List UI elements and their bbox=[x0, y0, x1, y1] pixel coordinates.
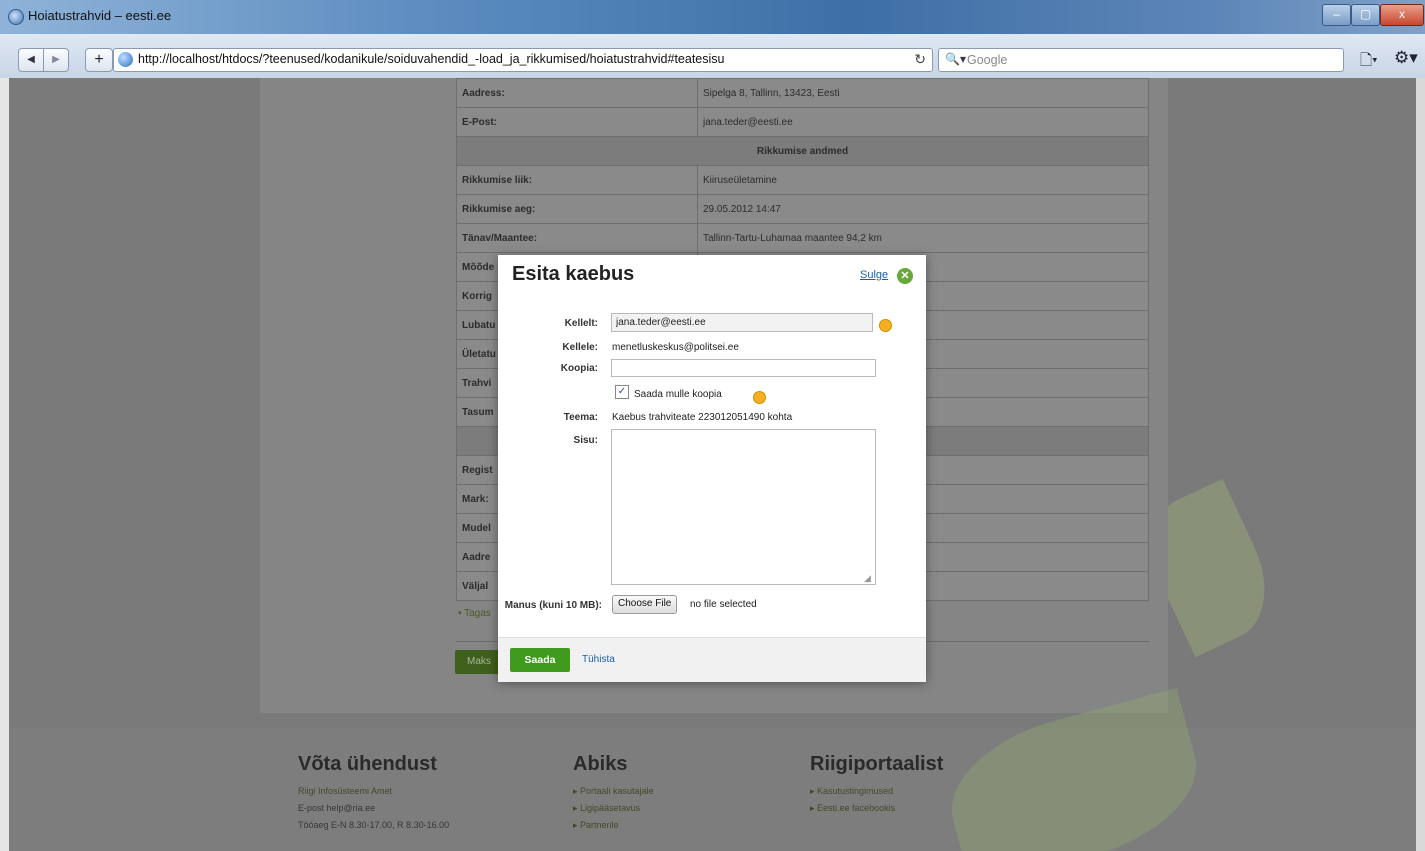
search-icon[interactable]: 🔍▾ bbox=[945, 52, 966, 66]
table-cell-value: Sipelga 8, Tallinn, 13423, Eesti bbox=[697, 78, 1149, 108]
globe-icon bbox=[118, 52, 133, 67]
maximize-button[interactable]: ▢ bbox=[1351, 4, 1380, 26]
table-cell-value: Kiiruseületamine bbox=[697, 165, 1149, 195]
footer-help: Abiks ▸ Portaali kasutajale ▸ Ligipääset… bbox=[573, 753, 654, 837]
window-titlebar: Hoiatustrahvid – eesti.ee – ▢ x bbox=[0, 0, 1425, 34]
scrollbar[interactable] bbox=[1416, 78, 1425, 851]
to-label: Kellele: bbox=[562, 342, 598, 353]
footer bbox=[9, 728, 1416, 851]
footer-help-link[interactable]: ▸ Ligipääsetavus bbox=[573, 803, 654, 820]
cancel-link[interactable]: Tühista bbox=[582, 654, 615, 665]
footer-contact-line[interactable]: Riigi Infosüsteemi Amet bbox=[298, 786, 449, 803]
table-cell-value: jana.teder@eesti.ee bbox=[697, 107, 1149, 137]
close-link[interactable]: Sulge bbox=[860, 269, 888, 281]
body-label: Sisu: bbox=[573, 435, 598, 446]
complaint-dialog: Esita kaebus Sulge ✕ Kellelt: Kellele: m… bbox=[498, 255, 926, 682]
window-title: Hoiatustrahvid – eesti.ee bbox=[28, 8, 172, 23]
footer-portal-link[interactable]: ▸ Eesti.ee facebookis bbox=[810, 803, 943, 820]
forward-button[interactable]: ▶ bbox=[43, 48, 69, 72]
footer-portal-title: Riigiportaalist bbox=[810, 753, 944, 775]
send-copy-checkbox[interactable]: ✓ bbox=[615, 385, 629, 399]
page-menu-icon[interactable]: 🗋▾ bbox=[1360, 50, 1378, 75]
table-row: Aadress: Sipelga 8, Tallinn, 13423, Eesti bbox=[456, 78, 1149, 108]
dialog-footer: Saada Tühista bbox=[498, 637, 926, 682]
table-row: Rikkumise liik: Kiiruseületamine bbox=[456, 165, 1149, 195]
table-cell-value: 29.05.2012 14:47 bbox=[697, 194, 1149, 224]
table-cell-label: Rikkumise liik: bbox=[456, 165, 698, 195]
table-cell-label: Tänav/Maantee: bbox=[456, 223, 698, 253]
footer-help-link[interactable]: ▸ Portaali kasutajale bbox=[573, 786, 654, 803]
table-row: Tänav/Maantee: Tallinn-Tartu-Luhamaa maan… bbox=[456, 223, 1149, 253]
browser-icon bbox=[8, 9, 24, 25]
address-bar[interactable]: http://localhost/htdocs/?teenused/kodani… bbox=[113, 48, 933, 72]
table-cell-label: Aadress: bbox=[456, 78, 698, 108]
cc-label: Koopia: bbox=[560, 363, 598, 374]
table-row: Rikkumise andmed bbox=[456, 136, 1149, 166]
footer-contact-title: Võta ühendust bbox=[298, 753, 437, 775]
table-cell-label: Rikkumise aeg: bbox=[456, 194, 698, 224]
footer-help-title: Abiks bbox=[573, 753, 628, 775]
no-file-text: no file selected bbox=[690, 599, 757, 610]
left-edge bbox=[0, 78, 9, 851]
choose-file-button[interactable]: Choose File bbox=[612, 595, 678, 614]
footer-portal: Riigiportaalist ▸ Kasutustingimused ▸ Ee… bbox=[810, 753, 943, 820]
table-cell-value: Tallinn-Tartu-Luhamaa maantee 94,2 km bbox=[697, 223, 1149, 253]
subject-label: Teema: bbox=[563, 412, 598, 423]
search-bar[interactable]: 🔍▾ Google bbox=[938, 48, 1344, 72]
body-textarea[interactable] bbox=[611, 429, 876, 585]
table-row: E-Post: jana.teder@eesti.ee bbox=[456, 107, 1149, 137]
resize-handle-icon[interactable]: ◢ bbox=[864, 573, 871, 584]
footer-help-link[interactable]: ▸ Partnerile bbox=[573, 820, 654, 837]
back-button[interactable]: ◀ bbox=[18, 48, 44, 72]
browser-toolbar: ◀ ▶ + http://localhost/htdocs/?teenused/… bbox=[0, 34, 1425, 79]
send-button[interactable]: Saada bbox=[510, 648, 570, 672]
attachment-label: Manus (kuni 10 MB): bbox=[504, 600, 602, 611]
table-cell-label: E-Post: bbox=[456, 107, 698, 137]
table-section-header: Rikkumise andmed bbox=[456, 136, 1149, 166]
reload-icon[interactable]: ↻ bbox=[914, 51, 926, 68]
from-label: Kellelt: bbox=[564, 318, 598, 329]
minimize-button[interactable]: – bbox=[1322, 4, 1351, 26]
to-value: menetluskeskus@politsei.ee bbox=[612, 342, 739, 353]
url-text[interactable]: http://localhost/htdocs/?teenused/kodani… bbox=[138, 52, 725, 66]
dialog-title: Esita kaebus bbox=[512, 263, 635, 285]
close-icon[interactable]: ✕ bbox=[897, 268, 913, 284]
subject-value: Kaebus trahviteate 223012051490 kohta bbox=[612, 412, 793, 423]
footer-contact-line: Tööaeg E-N 8.30-17.00, R 8.30-16.00 bbox=[298, 820, 450, 830]
from-field[interactable] bbox=[611, 313, 873, 332]
send-copy-label[interactable]: Saada mulle koopia bbox=[634, 389, 722, 400]
search-placeholder: Google bbox=[967, 53, 1008, 67]
cc-field[interactable] bbox=[611, 359, 876, 377]
gear-icon[interactable]: ⚙▾ bbox=[1394, 48, 1418, 68]
table-row: Rikkumise aeg: 29.05.2012 14:47 bbox=[456, 194, 1149, 224]
help-icon[interactable] bbox=[753, 391, 766, 404]
footer-contact-line[interactable]: E-post help@ria.ee bbox=[298, 803, 449, 820]
footer-portal-link[interactable]: ▸ Kasutustingimused bbox=[810, 786, 943, 803]
help-icon[interactable] bbox=[879, 319, 892, 332]
new-tab-button[interactable]: + bbox=[85, 48, 113, 72]
footer-contact: Võta ühendust Riigi Infosüsteemi Amet E-… bbox=[298, 753, 449, 837]
back-link[interactable]: • Tagas bbox=[458, 608, 491, 619]
close-window-button[interactable]: x bbox=[1380, 4, 1424, 26]
